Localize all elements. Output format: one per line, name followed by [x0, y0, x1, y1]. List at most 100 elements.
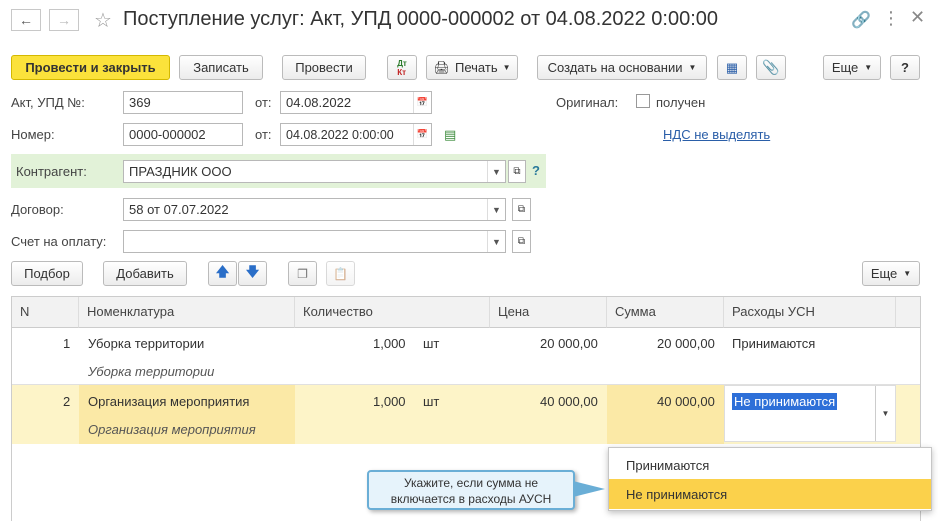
sum-value: 40 000,00 [657, 394, 715, 409]
create-based-on-button[interactable]: Создать на основании ▼ [537, 55, 707, 80]
counterparty-label: Контрагент: [16, 164, 87, 179]
contract-open-button[interactable]: ⧉ [512, 198, 531, 221]
row-number: 2 [63, 394, 71, 409]
column-header-price[interactable]: Цена [490, 297, 607, 328]
chevron-down-icon[interactable]: ▼ [487, 161, 505, 182]
contract-label: Договор: [11, 202, 64, 217]
usn-dropdown-list: Принимаются Не принимаются [608, 447, 932, 511]
pick-button[interactable]: Подбор [11, 261, 83, 286]
chevron-down-icon: ▼ [864, 63, 873, 72]
open-window-icon: ⧉ [517, 236, 526, 247]
column-header-quantity[interactable]: Количество [295, 297, 490, 328]
dropdown-option-accepted[interactable]: Принимаются [609, 450, 931, 480]
printer-icon: 🖨 [433, 59, 450, 75]
more-button[interactable]: Еще ▼ [823, 55, 881, 80]
table-row[interactable]: 1 Уборка территории Уборка территории 1,… [12, 328, 920, 385]
contract-field[interactable]: 58 от 07.07.2022 ▼ [123, 198, 506, 221]
structure-button[interactable]: ▦ [717, 55, 747, 80]
table-more-button[interactable]: Еще ▼ [862, 261, 920, 286]
number-date-field[interactable]: 04.08.2022 0:00:00 📅 [280, 123, 432, 146]
more-menu-icon[interactable]: ⋮ [882, 8, 900, 29]
column-header-filler [896, 297, 920, 328]
back-button[interactable]: ← [11, 9, 41, 31]
arrow-up-icon: 🡅 [215, 263, 230, 279]
column-header-usn-expenses[interactable]: Расходы УСН [724, 297, 896, 328]
unit-value: шт [423, 394, 440, 409]
chevron-down-icon[interactable]: ▼ [487, 199, 505, 220]
counterparty-help-icon[interactable]: ? [532, 163, 540, 178]
nomenclature-name: Уборка территории [88, 336, 205, 351]
original-label: Оригинал: [556, 95, 619, 110]
post-button[interactable]: Провести [282, 55, 366, 80]
move-down-button[interactable]: 🡇 [238, 261, 267, 286]
usn-expenses-value: Принимаются [732, 336, 816, 351]
chevron-down-icon: ▼ [688, 63, 697, 72]
sum-value: 20 000,00 [657, 336, 715, 351]
paste-row-button[interactable]: 📋 [326, 261, 355, 286]
favorite-star-icon[interactable]: ☆ [94, 8, 112, 33]
calendar-icon[interactable]: 📅 [413, 92, 431, 113]
hint-tooltip-arrow [573, 481, 605, 497]
invoice-label: Счет на оплату: [11, 234, 107, 249]
dt-kt-button[interactable]: Дт Кт [387, 55, 417, 80]
invoice-field[interactable]: ▼ [123, 230, 506, 253]
usn-expenses-editor[interactable]: Не принимаются ▼ [724, 385, 896, 442]
post-and-close-button[interactable]: Провести и закрыть [11, 55, 170, 80]
dt-kt-icon: Дт Кт [397, 58, 407, 77]
chevron-down-icon[interactable]: ▼ [487, 231, 505, 252]
calendar-icon[interactable]: 📅 [413, 124, 431, 145]
chevron-down-icon: ▼ [881, 409, 890, 418]
number-field[interactable]: 0000-000002 [123, 123, 243, 146]
invoice-open-button[interactable]: ⧉ [512, 230, 531, 253]
chevron-down-icon: ▼ [502, 63, 511, 72]
help-button[interactable]: ? [890, 55, 920, 80]
dropdown-option-not-accepted[interactable]: Не принимаются [609, 479, 931, 509]
quantity-value: 1,000 [373, 394, 406, 409]
window-title: Поступление услуг: Акт, УПД 0000-000002 … [123, 8, 719, 30]
original-checkbox[interactable] [636, 94, 650, 108]
original-checkbox-label: получен [656, 95, 706, 110]
attach-button[interactable]: 📎 [756, 55, 786, 80]
counterparty-field[interactable]: ПРАЗДНИК ООО ▼ [123, 160, 506, 183]
table-row-selected[interactable]: 2 Организация мероприятия Организация ме… [12, 385, 920, 444]
link-icon[interactable]: 🔗 [851, 10, 871, 30]
nomenclature-name: Организация мероприятия [88, 394, 250, 409]
price-value: 40 000,00 [540, 394, 598, 409]
usn-expenses-selected-text: Не принимаются [732, 393, 838, 410]
move-up-button[interactable]: 🡅 [208, 261, 237, 286]
open-window-icon: ⧉ [513, 166, 521, 177]
nomenclature-subname: Уборка территории [88, 364, 215, 379]
save-button[interactable]: Записать [179, 55, 263, 80]
chevron-down-icon: ▼ [903, 269, 912, 278]
arrow-down-icon: 🡇 [245, 263, 260, 279]
number-date-label: от: [255, 127, 272, 142]
nomenclature-subname: Организация мероприятия [88, 422, 256, 437]
row-number: 1 [63, 336, 71, 351]
usn-dropdown-button[interactable]: ▼ [875, 386, 895, 441]
add-button[interactable]: Добавить [103, 261, 187, 286]
open-window-icon: ⧉ [517, 204, 526, 215]
quantity-value: 1,000 [373, 336, 406, 351]
hint-tooltip: Укажите, если сумма не включается в расх… [367, 470, 575, 510]
arrow-right-icon: → [57, 12, 71, 28]
forward-button[interactable]: → [49, 9, 79, 31]
column-header-sum[interactable]: Сумма [607, 297, 724, 328]
paste-icon: 📋 [333, 266, 348, 281]
act-date-field[interactable]: 04.08.2022 📅 [280, 91, 432, 114]
column-header-n[interactable]: N [12, 297, 79, 328]
counterparty-open-button[interactable]: ⧉ [508, 160, 526, 183]
vat-link[interactable]: НДС не выделять [663, 127, 770, 142]
paperclip-icon: 📎 [762, 59, 780, 75]
print-button[interactable]: 🖨 Печать ▼ [426, 55, 518, 80]
act-number-field[interactable]: 369 [123, 91, 243, 114]
unit-value: шт [423, 336, 440, 351]
column-header-nomenclature[interactable]: Номенклатура [79, 297, 295, 328]
copy-icon: ❐ [297, 266, 308, 281]
number-label: Номер: [11, 127, 55, 142]
copy-row-button[interactable]: ❐ [288, 261, 317, 286]
arrow-left-icon: ← [19, 12, 33, 28]
structure-icon: ▦ [725, 59, 739, 75]
close-icon[interactable]: ✕ [910, 7, 925, 28]
act-number-label: Акт, УПД №: [11, 95, 85, 110]
document-list-icon[interactable]: ▤ [444, 127, 456, 143]
